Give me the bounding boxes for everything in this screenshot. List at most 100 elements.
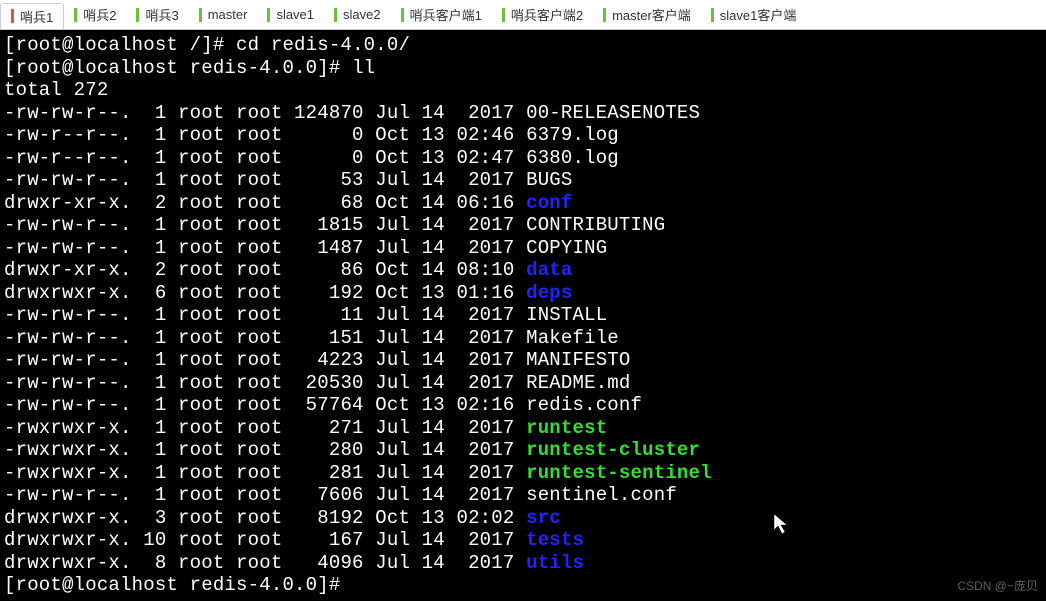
list-row: -rw-rw-r--. 1 root root 57764 Oct 13 02:… bbox=[4, 394, 1042, 417]
tab-label: 哨兵1 bbox=[20, 7, 53, 26]
file-perms: drwxrwxr-x. 10 root root 167 Jul 14 2017 bbox=[4, 529, 526, 551]
file-name-6380.log: 6380.log bbox=[526, 147, 619, 169]
list-row: -rw-rw-r--. 1 root root 20530 Jul 14 201… bbox=[4, 372, 1042, 395]
tab-label: 哨兵客户端2 bbox=[511, 5, 583, 24]
list-row: drwxrwxr-x. 8 root root 4096 Jul 14 2017… bbox=[4, 552, 1042, 575]
tab-9[interactable]: slave1客户端 bbox=[701, 2, 807, 28]
list-row: -rwxrwxr-x. 1 root root 280 Jul 14 2017 … bbox=[4, 439, 1042, 462]
list-row: -rw-rw-r--. 1 root root 4223 Jul 14 2017… bbox=[4, 349, 1042, 372]
file-name-tests: tests bbox=[526, 529, 584, 551]
list-row: -rw-r--r--. 1 root root 0 Oct 13 02:47 6… bbox=[4, 147, 1042, 170]
tab-label: master bbox=[208, 7, 248, 22]
file-name-COPYING: COPYING bbox=[526, 237, 607, 259]
file-name-INSTALL: INSTALL bbox=[526, 304, 607, 326]
command-text: cd redis-4.0.0/ bbox=[236, 34, 410, 56]
tab-7[interactable]: 哨兵客户端2 bbox=[492, 2, 593, 28]
file-perms: -rw-r--r--. 1 root root 0 Oct 13 02:47 bbox=[4, 147, 526, 169]
command-line-1: [root@localhost /]# cd redis-4.0.0/ bbox=[4, 34, 1042, 57]
file-name-00-RELEASENOTES: 00-RELEASENOTES bbox=[526, 102, 700, 124]
tab-indicator-icon bbox=[502, 8, 505, 22]
file-name-6379.log: 6379.log bbox=[526, 124, 619, 146]
file-name-sentinel.conf: sentinel.conf bbox=[526, 484, 677, 506]
tab-label: slave1 bbox=[276, 7, 314, 22]
list-row: drwxr-xr-x. 2 root root 86 Oct 14 08:10 … bbox=[4, 259, 1042, 282]
tab-bar: 哨兵1 哨兵2 哨兵3 master slave1 slave2 哨兵客户端1 哨兵客户端2 m… bbox=[0, 0, 1046, 30]
file-name-conf: conf bbox=[526, 192, 572, 214]
file-perms: -rw-rw-r--. 1 root root 57764 Oct 13 02:… bbox=[4, 394, 526, 416]
file-name-src: src bbox=[526, 507, 561, 529]
file-name-BUGS: BUGS bbox=[526, 169, 572, 191]
tab-2[interactable]: 哨兵3 bbox=[126, 2, 188, 28]
tab-indicator-icon bbox=[334, 8, 337, 22]
list-row: drwxrwxr-x. 6 root root 192 Oct 13 01:16… bbox=[4, 282, 1042, 305]
list-row: -rw-rw-r--. 1 root root 11 Jul 14 2017 I… bbox=[4, 304, 1042, 327]
file-name-data: data bbox=[526, 259, 572, 281]
file-name-runtest-sentinel: runtest-sentinel bbox=[526, 462, 712, 484]
list-row: -rw-rw-r--. 1 root root 53 Jul 14 2017 B… bbox=[4, 169, 1042, 192]
file-perms: -rwxrwxr-x. 1 root root 281 Jul 14 2017 bbox=[4, 462, 526, 484]
file-perms: drwxrwxr-x. 8 root root 4096 Jul 14 2017 bbox=[4, 552, 526, 574]
file-name-utils: utils bbox=[526, 552, 584, 574]
file-name-CONTRIBUTING: CONTRIBUTING bbox=[526, 214, 665, 236]
file-name-deps: deps bbox=[526, 282, 572, 304]
file-perms: -rw-rw-r--. 1 root root 53 Jul 14 2017 bbox=[4, 169, 526, 191]
tab-label: 哨兵客户端1 bbox=[410, 5, 482, 24]
file-perms: -rw-rw-r--. 1 root root 1487 Jul 14 2017 bbox=[4, 237, 526, 259]
total-line: total 272 bbox=[4, 79, 1042, 102]
tab-label: slave2 bbox=[343, 7, 381, 22]
file-perms: drwxr-xr-x. 2 root root 68 Oct 14 06:16 bbox=[4, 192, 526, 214]
file-perms: -rw-r--r--. 1 root root 0 Oct 13 02:46 bbox=[4, 124, 526, 146]
list-row: -rw-r--r--. 1 root root 0 Oct 13 02:46 6… bbox=[4, 124, 1042, 147]
file-name-runtest: runtest bbox=[526, 417, 607, 439]
final-prompt: [root@localhost redis-4.0.0]# bbox=[4, 574, 1042, 597]
tab-0[interactable]: 哨兵1 bbox=[0, 3, 64, 29]
list-row: drwxrwxr-x. 3 root root 8192 Oct 13 02:0… bbox=[4, 507, 1042, 530]
file-perms: drwxrwxr-x. 3 root root 8192 Oct 13 02:0… bbox=[4, 507, 526, 529]
prompt: [root@localhost /]# bbox=[4, 34, 236, 56]
file-perms: -rw-rw-r--. 1 root root 1815 Jul 14 2017 bbox=[4, 214, 526, 236]
file-name-README.md: README.md bbox=[526, 372, 630, 394]
command-line-2: [root@localhost redis-4.0.0]# ll bbox=[4, 57, 1042, 80]
file-name-redis.conf: redis.conf bbox=[526, 394, 642, 416]
total-line: total 272 bbox=[4, 79, 108, 101]
list-row: -rwxrwxr-x. 1 root root 271 Jul 14 2017 … bbox=[4, 417, 1042, 440]
tab-6[interactable]: 哨兵客户端1 bbox=[391, 2, 492, 28]
tab-indicator-icon bbox=[74, 8, 77, 22]
tab-1[interactable]: 哨兵2 bbox=[64, 2, 126, 28]
file-perms: drwxr-xr-x. 2 root root 86 Oct 14 08:10 bbox=[4, 259, 526, 281]
prompt: [root@localhost redis-4.0.0]# bbox=[4, 57, 352, 79]
tab-4[interactable]: slave1 bbox=[257, 2, 324, 28]
file-perms: -rwxrwxr-x. 1 root root 280 Jul 14 2017 bbox=[4, 439, 526, 461]
list-row: drwxr-xr-x. 2 root root 68 Oct 14 06:16 … bbox=[4, 192, 1042, 215]
prompt: [root@localhost redis-4.0.0]# bbox=[4, 574, 340, 596]
list-row: -rw-rw-r--. 1 root root 1487 Jul 14 2017… bbox=[4, 237, 1042, 260]
watermark-text: CSDN @~庞贝 bbox=[957, 577, 1038, 594]
tab-label: 哨兵2 bbox=[83, 5, 116, 24]
list-row: -rwxrwxr-x. 1 root root 281 Jul 14 2017 … bbox=[4, 462, 1042, 485]
command-text: ll bbox=[352, 57, 375, 79]
list-row: drwxrwxr-x. 10 root root 167 Jul 14 2017… bbox=[4, 529, 1042, 552]
tab-8[interactable]: master客户端 bbox=[593, 2, 701, 28]
tab-indicator-icon bbox=[603, 8, 606, 22]
tab-5[interactable]: slave2 bbox=[324, 2, 391, 28]
tab-indicator-icon bbox=[136, 8, 139, 22]
file-perms: -rw-rw-r--. 1 root root 151 Jul 14 2017 bbox=[4, 327, 526, 349]
file-name-runtest-cluster: runtest-cluster bbox=[526, 439, 700, 461]
file-perms: -rw-rw-r--. 1 root root 7606 Jul 14 2017 bbox=[4, 484, 526, 506]
file-perms: -rw-rw-r--. 1 root root 11 Jul 14 2017 bbox=[4, 304, 526, 326]
tab-indicator-icon bbox=[199, 8, 202, 22]
list-row: -rw-rw-r--. 1 root root 1815 Jul 14 2017… bbox=[4, 214, 1042, 237]
file-perms: -rwxrwxr-x. 1 root root 271 Jul 14 2017 bbox=[4, 417, 526, 439]
list-row: -rw-rw-r--. 1 root root 124870 Jul 14 20… bbox=[4, 102, 1042, 125]
list-row: -rw-rw-r--. 1 root root 151 Jul 14 2017 … bbox=[4, 327, 1042, 350]
tab-indicator-icon bbox=[11, 9, 14, 23]
tab-3[interactable]: master bbox=[189, 2, 258, 28]
tab-indicator-icon bbox=[711, 8, 714, 22]
tab-label: slave1客户端 bbox=[720, 5, 797, 24]
file-perms: -rw-rw-r--. 1 root root 20530 Jul 14 201… bbox=[4, 372, 526, 394]
file-perms: -rw-rw-r--. 1 root root 4223 Jul 14 2017 bbox=[4, 349, 526, 371]
terminal-output[interactable]: [root@localhost /]# cd redis-4.0.0/[root… bbox=[0, 30, 1046, 601]
tab-label: master客户端 bbox=[612, 5, 691, 24]
file-perms: -rw-rw-r--. 1 root root 124870 Jul 14 20… bbox=[4, 102, 526, 124]
file-name-Makefile: Makefile bbox=[526, 327, 619, 349]
